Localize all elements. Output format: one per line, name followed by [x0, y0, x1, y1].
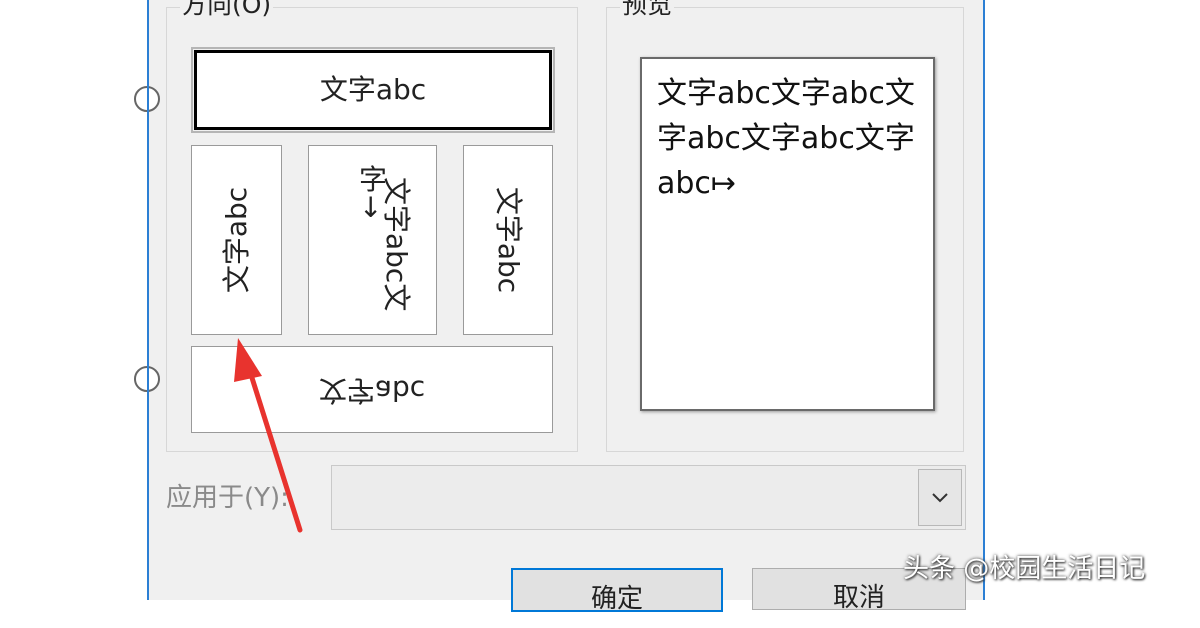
watermark: 头条 @校园生活日记: [903, 554, 1146, 584]
annotation-arrow: [234, 338, 303, 533]
